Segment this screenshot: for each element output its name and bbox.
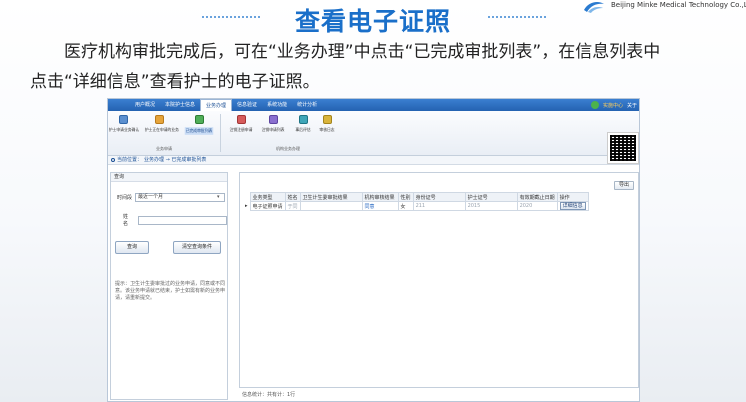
cell-id-number: 211 bbox=[412, 201, 466, 211]
menu-item-nurse-info[interactable]: 本院护士信息 bbox=[160, 99, 200, 111]
location-pin-icon bbox=[111, 158, 115, 162]
ribbon-cancel-list-button[interactable]: 注销申请列表 bbox=[258, 115, 288, 133]
menu-item-stats[interactable]: 统计分析 bbox=[292, 99, 322, 111]
detail-info-button[interactable]: 详细信息 bbox=[559, 202, 586, 210]
pending-icon bbox=[154, 115, 164, 124]
menu-item-system[interactable]: 系统功能 bbox=[262, 99, 292, 111]
cancel-register-icon bbox=[236, 115, 246, 124]
ribbon-confirm-button[interactable]: 护士申请业务确认 bbox=[108, 115, 140, 133]
query-tip: 提示：卫生计生委审批过的业务申请，同意或不同意。该业务申请就已结束，护士如需有新… bbox=[115, 281, 226, 301]
menu-item-verify[interactable]: 信息验证 bbox=[232, 99, 262, 111]
menu-right-area: 实施中心 关于 bbox=[590, 101, 639, 109]
ribbon-toolbar: 护士申请业务确认 护士正在申请的业务 已完成审批列表 注销注册申请 注销申请列表… bbox=[108, 111, 639, 164]
breadcrumb-prefix: 当前位置： bbox=[117, 156, 143, 163]
query-panel: 查询 时间段 最近一个月 ▾ 姓名 查询 清空查询条件 提示：卫生计生委审批过的… bbox=[110, 172, 228, 400]
ribbon-completed-list-label: 已完成审批列表 bbox=[184, 127, 214, 135]
ribbon-pending-button[interactable]: 护士正在申请的业务 bbox=[144, 115, 179, 133]
help-center-icon bbox=[590, 101, 599, 109]
qr-code-icon bbox=[607, 132, 639, 164]
cell-nurse-number: 2015 bbox=[464, 201, 518, 211]
clear-conditions-button[interactable]: 清空查询条件 bbox=[173, 241, 221, 254]
time-range-row: 时间段 最近一个月 ▾ bbox=[117, 193, 226, 202]
col-action: 操作 bbox=[556, 192, 589, 202]
search-button[interactable]: 查询 bbox=[115, 241, 149, 254]
ribbon-log-button[interactable]: 审核日志 bbox=[312, 115, 342, 133]
row-marker: ▸ bbox=[245, 203, 248, 209]
query-panel-title: 查询 bbox=[111, 173, 227, 182]
col-expiry: 有效期截止日期 bbox=[516, 192, 558, 202]
name-label: 姓名 bbox=[123, 214, 129, 227]
ribbon-confirm-label: 护士申请业务确认 bbox=[108, 127, 140, 132]
app-window: 用户概况 本院护士信息 业务办理 信息验证 系统功能 统计分析 实施中心 关于 … bbox=[107, 98, 640, 402]
col-nurse-number: 护士证号 bbox=[464, 192, 518, 202]
instruction-line-1: 医疗机构审批完成后，可在“业务办理”中点击“已完成审批列表”，在信息列表中 bbox=[64, 42, 661, 62]
brand-logo-icon bbox=[584, 2, 604, 13]
completed-list-icon bbox=[194, 115, 204, 124]
col-institution-result: 机构审核结果 bbox=[361, 192, 399, 202]
col-business-type: 业务类型 bbox=[249, 192, 286, 202]
cell-commission-result bbox=[299, 201, 363, 211]
name-input[interactable] bbox=[137, 215, 227, 225]
results-panel: 导出 业务类型 姓名 卫生计生委审批结果 机构审核结果 性别 身份证号 护士证号… bbox=[239, 172, 639, 388]
cell-expiry: 2020 bbox=[516, 201, 558, 211]
ribbon-cancel-list-label: 注销申请列表 bbox=[261, 127, 285, 132]
table-row[interactable]: ▸ 电子证照申请 于同 同意 女 211 2015 2020 详细信息 bbox=[243, 201, 589, 211]
brand-text: Beijing Minke Medical Technology Co.,Ltd bbox=[611, 1, 746, 9]
cell-action: 详细信息 bbox=[556, 201, 589, 211]
cancel-list-icon bbox=[268, 115, 278, 124]
ribbon-separator bbox=[220, 114, 221, 152]
ribbon-pending-label: 护士正在申请的业务 bbox=[144, 127, 179, 132]
about-link[interactable]: 关于 bbox=[627, 102, 637, 109]
table-header-row: 业务类型 姓名 卫生计生委审批结果 机构审核结果 性别 身份证号 护士证号 有效… bbox=[243, 192, 589, 202]
ribbon-group-institution: 机构业务办理 bbox=[276, 146, 300, 151]
col-name: 姓名 bbox=[284, 192, 301, 202]
export-button[interactable]: 导出 bbox=[614, 181, 634, 190]
results-table: 业务类型 姓名 卫生计生委审批结果 机构审核结果 性别 身份证号 护士证号 有效… bbox=[243, 192, 589, 211]
row-marker-header bbox=[243, 193, 250, 202]
col-gender: 性别 bbox=[397, 192, 414, 202]
menu-bar: 用户概况 本院护士信息 业务办理 信息验证 系统功能 统计分析 实施中心 关于 bbox=[108, 99, 639, 111]
time-range-label: 时间段 bbox=[117, 195, 133, 201]
chevron-down-icon: ▾ bbox=[217, 194, 220, 200]
breadcrumb: 当前位置： 业务办理 → 已完成审批列表 bbox=[108, 156, 639, 165]
confirm-icon bbox=[118, 115, 128, 124]
cell-name: 于同 bbox=[284, 201, 301, 211]
instruction-line-2: 点击“详细信息”查看护士的电子证照。 bbox=[30, 72, 320, 92]
result-count-footer: 信息统计：共有计：1行 bbox=[242, 392, 296, 398]
cell-gender: 女 bbox=[397, 201, 414, 211]
col-id-number: 身份证号 bbox=[412, 192, 466, 202]
log-icon bbox=[322, 115, 332, 124]
ribbon-group-business: 业务申请 bbox=[156, 146, 172, 151]
ribbon-cancel-register-label: 注销注册申请 bbox=[229, 127, 253, 132]
col-commission-result: 卫生计生委审批结果 bbox=[299, 192, 363, 202]
ribbon-log-label: 审核日志 bbox=[319, 127, 335, 132]
cell-business-type: 电子证照申请 bbox=[249, 201, 286, 211]
menu-item-business[interactable]: 业务办理 bbox=[200, 99, 233, 111]
title-decoration-right bbox=[488, 16, 546, 18]
time-range-select[interactable]: 最近一个月 ▾ bbox=[135, 193, 226, 202]
evaluate-icon bbox=[298, 115, 308, 124]
menu-item-user-overview[interactable]: 用户概况 bbox=[130, 99, 160, 111]
ribbon-completed-list-button[interactable]: 已完成审批列表 bbox=[184, 115, 214, 135]
breadcrumb-path[interactable]: 业务办理 → 已完成审批列表 bbox=[144, 156, 206, 165]
help-center-link[interactable]: 实施中心 bbox=[603, 102, 623, 109]
ribbon-cancel-register-button[interactable]: 注销注册申请 bbox=[226, 115, 256, 133]
time-range-value: 最近一个月 bbox=[138, 194, 164, 200]
name-row: 姓名 bbox=[117, 213, 227, 227]
cell-institution-result: 同意 bbox=[361, 201, 399, 211]
